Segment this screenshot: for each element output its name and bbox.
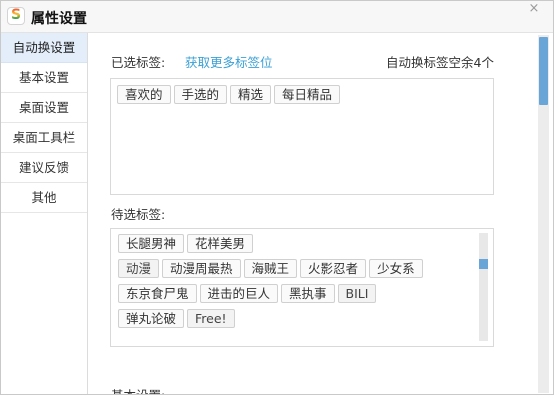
window-title: 属性设置 — [31, 11, 87, 27]
sidebar-item-label: 其他 — [31, 190, 57, 205]
selected-tag[interactable]: 手选的 — [173, 85, 228, 104]
settings-content: 已选标签: 获取更多标签位 自动换标签空余4个 喜欢的 手选的 精选 每日精品 待选标… — [89, 33, 535, 394]
pending-tag[interactable]: 东京食尸鬼 — [118, 284, 197, 303]
app-logo-letter: S — [8, 7, 24, 23]
sidebar-item-label: 建议反馈 — [18, 160, 69, 175]
sidebar-item-label: 基本设置 — [18, 70, 69, 85]
pending-tag[interactable]: 长腿男神 — [118, 234, 185, 253]
pending-tags-list: 长腿男神 花样美男 动漫 动漫周最热 海贼王 火影忍者 少女系 东京食尸鬼 进击的巨人 黑执事… — [118, 234, 478, 334]
selected-tags-box: 喜欢的 手选的 精选 每日精品 — [110, 78, 494, 195]
pending-tags-scrollbar[interactable] — [479, 233, 488, 341]
sidebar-item-label: 桌面工具栏 — [12, 130, 76, 145]
close-icon[interactable]: × — [527, 2, 541, 16]
pending-tag[interactable]: 花样美男 — [187, 234, 254, 253]
pending-tag[interactable]: Free! — [187, 309, 235, 328]
pending-tags-row: 弹丸论破 Free! — [118, 309, 478, 334]
pending-tag[interactable]: 进击的巨人 — [199, 284, 279, 303]
auto-change-remaining-note: 自动换标签空余4个 — [386, 55, 494, 70]
sidebar-item-basic[interactable]: 基本设置 — [1, 63, 87, 93]
content-scrollbar[interactable] — [538, 35, 549, 393]
sidebar-item-feedback[interactable]: 建议反馈 — [1, 153, 87, 183]
pending-tags-row: 东京食尸鬼 进击的巨人 黑执事 BILI — [118, 284, 478, 309]
title-bar[interactable]: S 属性设置 × — [1, 1, 553, 33]
settings-sidebar: 自动换设置 基本设置 桌面设置 桌面工具栏 建议反馈 其他 — [1, 33, 88, 394]
selected-tag[interactable]: 每日精品 — [274, 85, 341, 104]
sidebar-item-label: 桌面设置 — [18, 100, 69, 115]
pending-tags-scroll-thumb[interactable] — [479, 259, 488, 269]
sidebar-item-desktop[interactable]: 桌面设置 — [1, 93, 87, 123]
pending-tag[interactable]: 少女系 — [369, 259, 423, 278]
sidebar-item-label: 自动换设置 — [12, 40, 76, 55]
sidebar-item-desktop-toolbar[interactable]: 桌面工具栏 — [1, 123, 87, 153]
settings-window: S 属性设置 × 自动换设置 基本设置 桌面设置 桌面工具栏 建议反馈 其他 已… — [0, 0, 554, 395]
sidebar-item-auto-change[interactable]: 自动换设置 — [1, 33, 87, 63]
pending-tags-row: 动漫 动漫周最热 海贼王 火影忍者 少女系 — [118, 259, 478, 284]
pending-tags-row: 长腿男神 花样美男 — [118, 234, 478, 259]
selected-tag[interactable]: 精选 — [230, 85, 272, 104]
pending-tag[interactable]: 海贼王 — [243, 259, 298, 278]
pending-tag[interactable]: 弹丸论破 — [118, 309, 185, 328]
pending-tag[interactable]: 火影忍者 — [300, 259, 367, 278]
pending-tag[interactable]: 动漫周最热 — [162, 259, 241, 278]
basic-settings-heading: 基本设置: — [111, 385, 165, 394]
content-scroll-thumb[interactable] — [539, 37, 548, 105]
get-more-tags-link[interactable]: 获取更多标签位 — [185, 52, 273, 71]
selected-tags-label: 已选标签: — [111, 55, 166, 70]
pending-tag[interactable]: 动漫 — [118, 259, 160, 278]
app-logo-icon: S — [7, 7, 25, 25]
pending-tags-label: 待选标签: — [111, 207, 166, 222]
sidebar-item-other[interactable]: 其他 — [1, 183, 87, 213]
pending-tag[interactable]: BILI — [337, 284, 377, 303]
pending-tags-box: 长腿男神 花样美男 动漫 动漫周最热 海贼王 火影忍者 少女系 东京食尸鬼 进击的巨人 黑执事… — [110, 228, 494, 347]
pending-tag[interactable]: 黑执事 — [281, 284, 335, 303]
selected-tag[interactable]: 喜欢的 — [117, 85, 171, 104]
